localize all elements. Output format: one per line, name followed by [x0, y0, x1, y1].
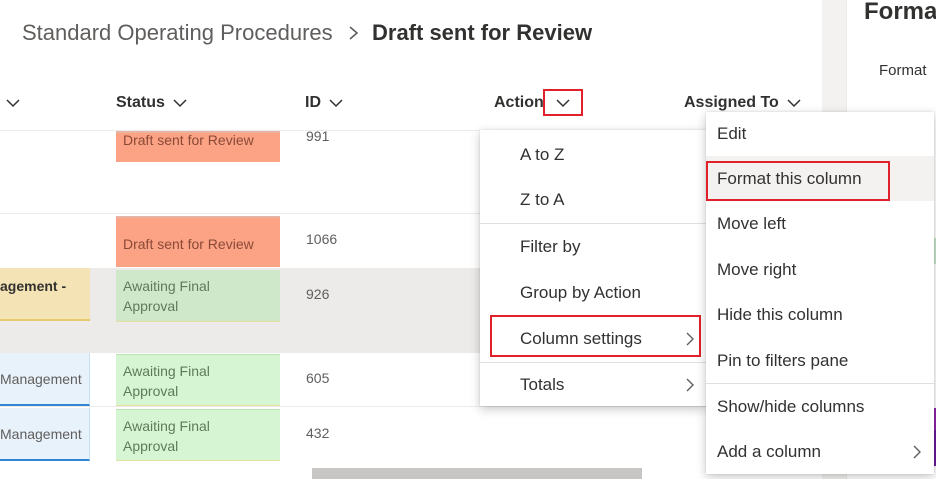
- menu-item-pin-to-filters-pane[interactable]: Pin to filters pane: [706, 339, 934, 383]
- column-settings-submenu: Edit Format this column Move left Move r…: [706, 112, 934, 474]
- department-cell: Management: [0, 353, 90, 406]
- column-header-status[interactable]: Status: [116, 94, 187, 112]
- column-header-action[interactable]: Action: [494, 94, 544, 112]
- column-header-id[interactable]: ID: [305, 94, 343, 112]
- status-text: Draft sent for Review: [123, 132, 254, 148]
- department-cell: Management: [0, 408, 90, 461]
- chevron-down-icon[interactable]: [4, 96, 22, 110]
- status-text: Approval: [123, 298, 179, 314]
- menu-item-label: Z to A: [520, 190, 565, 209]
- menu-divider: [480, 223, 707, 224]
- format-column-highlight: [706, 161, 890, 201]
- status-text: Approval: [123, 383, 179, 399]
- menu-item-z-to-a[interactable]: Z to A: [480, 178, 707, 222]
- column-settings-highlight: [490, 315, 701, 357]
- menu-item-move-left[interactable]: Move left: [706, 202, 934, 246]
- menu-item-label: Move right: [717, 260, 797, 279]
- action-dropdown-button[interactable]: [543, 89, 583, 116]
- status-badge: Awaiting Final Approval: [116, 354, 280, 406]
- menu-divider: [706, 383, 934, 384]
- status-badge: Draft sent for Review: [116, 216, 280, 267]
- menu-item-label: Show/hide columns: [717, 397, 865, 416]
- status-badge: Awaiting Final Approval: [116, 409, 280, 461]
- column-header-label: Status: [116, 94, 165, 111]
- column-header-label: Assigned To: [684, 94, 779, 111]
- menu-item-a-to-z[interactable]: A to Z: [480, 133, 707, 177]
- menu-item-label: Edit: [717, 124, 747, 143]
- breadcrumb-root[interactable]: Standard Operating Procedures: [22, 20, 333, 46]
- status-badge: Awaiting Final Approval: [116, 270, 280, 322]
- menu-item-label: Totals: [520, 375, 565, 394]
- chevron-down-icon: [173, 99, 187, 108]
- menu-item-edit[interactable]: Edit: [706, 112, 934, 156]
- status-text: Awaiting Final: [123, 278, 210, 294]
- id-cell: 432: [306, 425, 330, 441]
- menu-item-label: Pin to filters pane: [717, 351, 849, 370]
- format-panel-title: Forma: [864, 0, 936, 25]
- menu-item-filter-by[interactable]: Filter by: [480, 225, 707, 269]
- menu-item-label: Move left: [717, 214, 786, 233]
- menu-item-group-by-action[interactable]: Group by Action: [480, 271, 707, 315]
- id-cell: 605: [306, 370, 330, 386]
- column-header-menu: A to Z Z to A Filter by Group by Action …: [480, 130, 707, 406]
- status-text: Draft sent for Review: [123, 236, 254, 252]
- menu-item-label: Group by Action: [520, 283, 641, 302]
- chevron-right-icon: [349, 26, 359, 40]
- menu-item-add-a-column[interactable]: Add a column: [706, 430, 934, 474]
- menu-item-move-right[interactable]: Move right: [706, 248, 934, 292]
- status-badge: Draft sent for Review: [116, 131, 280, 162]
- menu-item-hide-this-column[interactable]: Hide this column: [706, 293, 934, 337]
- id-cell: 1066: [306, 231, 338, 247]
- status-text: Awaiting Final: [123, 418, 210, 434]
- chevron-down-icon: [787, 99, 801, 108]
- menu-item-label: Add a column: [717, 442, 821, 461]
- chevron-right-icon: [913, 445, 921, 459]
- chevron-down-icon: [556, 99, 570, 108]
- status-text: Awaiting Final: [123, 363, 210, 379]
- menu-item-label: Filter by: [520, 237, 581, 256]
- menu-item-show-hide-columns[interactable]: Show/hide columns: [706, 385, 934, 429]
- format-panel-subtitle: Format: [879, 62, 927, 79]
- id-cell: 926: [306, 286, 330, 302]
- column-header-label: ID: [305, 94, 321, 111]
- id-cell: 991: [306, 128, 330, 144]
- horizontal-scrollbar-thumb[interactable]: [312, 468, 642, 479]
- chevron-right-icon: [686, 378, 694, 392]
- menu-item-label: Hide this column: [717, 305, 843, 324]
- department-cell: agement -: [0, 268, 90, 321]
- menu-item-label: A to Z: [520, 145, 565, 164]
- status-text: Approval: [123, 438, 179, 454]
- chevron-down-icon: [329, 99, 343, 108]
- column-header-assigned-to[interactable]: Assigned To: [684, 94, 801, 112]
- breadcrumb-current: Draft sent for Review: [372, 20, 593, 45]
- menu-item-totals[interactable]: Totals: [480, 363, 707, 407]
- column-header-label: Action: [494, 94, 544, 111]
